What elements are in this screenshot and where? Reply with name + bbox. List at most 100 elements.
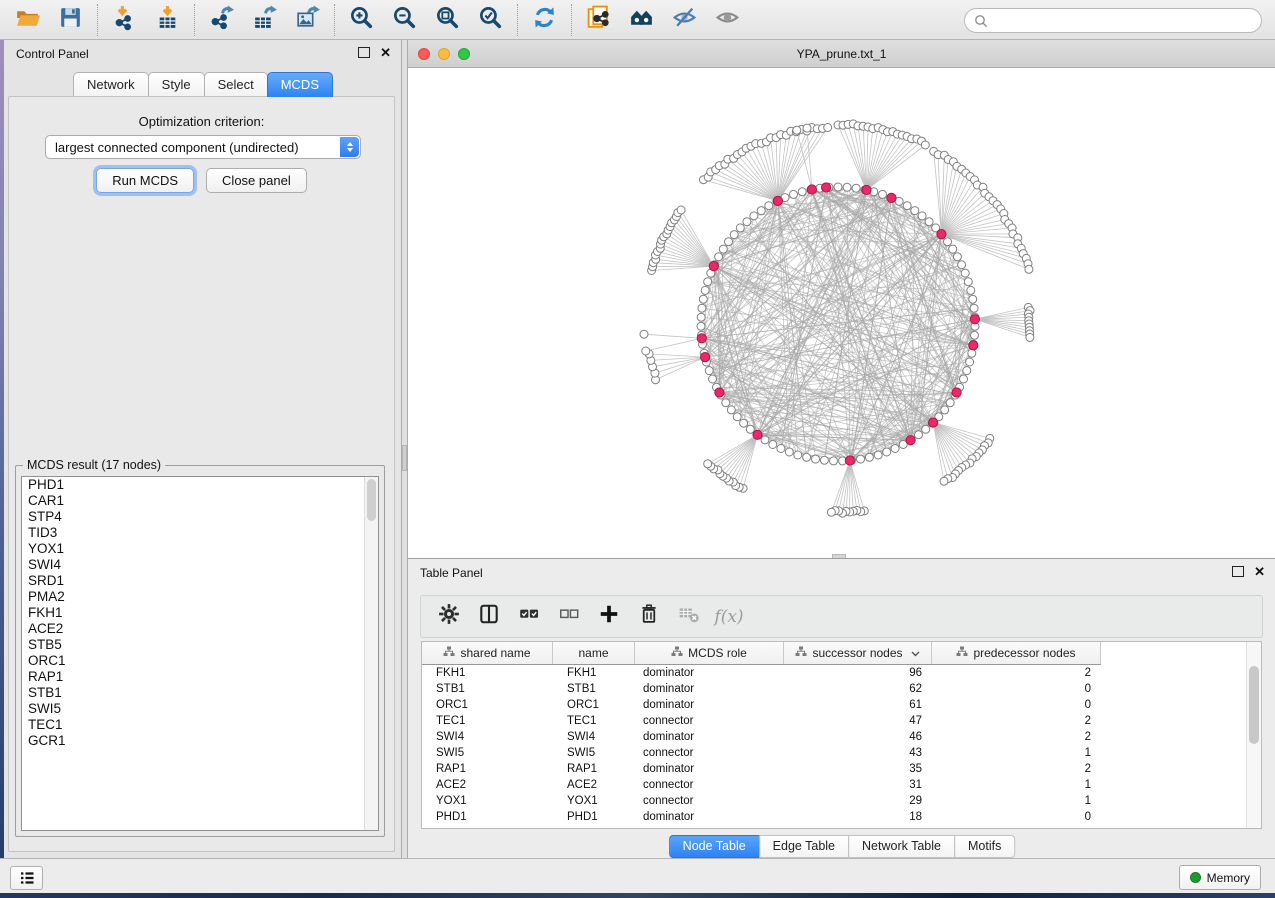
table-row[interactable]: ORC1ORC1dominator610 <box>422 697 1247 713</box>
column-header-name[interactable]: name <box>553 642 635 664</box>
network-file-button[interactable] <box>577 2 620 38</box>
add-column-button[interactable] <box>591 600 627 634</box>
table-row[interactable]: PHD1PHD1dominator180 <box>422 809 1247 825</box>
eye-slash-button[interactable] <box>663 2 706 38</box>
column-header-successor-nodes[interactable]: successor nodes <box>784 642 932 664</box>
mcds-result-item[interactable]: RAP1 <box>22 669 378 685</box>
mcds-result-item[interactable]: ORC1 <box>22 653 378 669</box>
zoom-out-button[interactable] <box>383 2 426 38</box>
mcds-result-item[interactable]: STP4 <box>22 509 378 525</box>
float-panel-icon[interactable] <box>358 47 370 58</box>
export-table-button[interactable] <box>243 2 286 38</box>
tab-node-table[interactable]: Node Table <box>669 835 760 858</box>
column-header-MCDS-role[interactable]: MCDS role <box>635 642 784 664</box>
cell-successor-nodes: 46 <box>784 731 932 743</box>
optimization-criterion-select[interactable]: largest connected component (undirected) <box>45 135 361 159</box>
mcds-result-item[interactable]: SWI5 <box>22 701 378 717</box>
control-panel-titlebar: Control Panel ✕ <box>4 40 401 68</box>
zoom-in-button[interactable] <box>340 2 383 38</box>
select-all-button[interactable] <box>511 600 547 634</box>
open-session-button[interactable] <box>6 2 49 38</box>
function-builder-button: f(x) <box>711 600 747 634</box>
close-panel-button[interactable]: Close panel <box>206 168 307 193</box>
memory-button[interactable]: Memory <box>1179 865 1261 890</box>
column-header-predecessor-nodes[interactable]: predecessor nodes <box>932 642 1101 664</box>
table-row[interactable]: TEC1TEC1connector472 <box>422 713 1247 729</box>
gear-button[interactable] <box>431 600 467 634</box>
run-mcds-button[interactable]: Run MCDS <box>96 168 194 193</box>
table-row[interactable]: FKH1FKH1dominator962 <box>422 665 1247 681</box>
network-titlebar[interactable]: YPA_prune.txt_1 <box>408 40 1275 68</box>
table-row[interactable]: ACE2ACE2connector311 <box>422 777 1247 793</box>
cell-predecessor-nodes: 1 <box>932 779 1101 791</box>
import-table-button[interactable] <box>146 2 189 38</box>
cell-MCDS-role: dominator <box>635 763 784 775</box>
table-row[interactable]: SWI5SWI5connector431 <box>422 745 1247 761</box>
control-panel-title: Control Panel <box>16 47 89 61</box>
binoculars-icon <box>628 4 655 36</box>
close-panel-icon[interactable]: ✕ <box>380 48 391 58</box>
export-network-button[interactable] <box>200 2 243 38</box>
zoom-fit-button[interactable] <box>426 2 469 38</box>
mcds-result-item[interactable]: SWI4 <box>22 557 378 573</box>
cell-MCDS-role: connector <box>635 779 784 791</box>
cell-predecessor-nodes: 1 <box>932 795 1101 807</box>
mcds-result-item[interactable]: FKH1 <box>22 605 378 621</box>
mcds-result-item[interactable]: CAR1 <box>22 493 378 509</box>
cell-successor-nodes: 31 <box>784 779 932 791</box>
mcds-result-item[interactable]: STB1 <box>22 685 378 701</box>
tab-mcds[interactable]: MCDS <box>267 72 333 97</box>
table-row[interactable]: YOX1YOX1connector291 <box>422 793 1247 809</box>
tab-motifs[interactable]: Motifs <box>954 835 1015 858</box>
export-image-button[interactable] <box>286 2 329 38</box>
mcds-result-list[interactable]: PHD1CAR1STP4TID3YOX1SWI4SRD1PMA2FKH1ACE2… <box>21 476 379 831</box>
mcds-result-item[interactable]: TEC1 <box>22 717 378 733</box>
eye-button[interactable] <box>706 2 749 38</box>
mcds-result-item[interactable]: PHD1 <box>22 477 378 493</box>
mcds-result-item[interactable]: PMA2 <box>22 589 378 605</box>
table-row[interactable]: SWI4SWI4dominator462 <box>422 729 1247 745</box>
table-scrollbar[interactable] <box>1246 642 1261 828</box>
mcds-result-item[interactable]: GCR1 <box>22 733 378 749</box>
refresh-button[interactable] <box>523 2 566 38</box>
splitter-grip[interactable] <box>402 445 407 471</box>
cell-MCDS-role: dominator <box>635 667 784 679</box>
toolbar-separator <box>334 4 335 36</box>
import-network-button[interactable] <box>103 2 146 38</box>
mcds-result-item[interactable]: STB5 <box>22 637 378 653</box>
float-table-panel-icon[interactable] <box>1232 566 1244 577</box>
mcds-result-item[interactable]: ACE2 <box>22 621 378 637</box>
column-view-button[interactable] <box>471 600 507 634</box>
search-input[interactable] <box>988 13 1252 29</box>
table-row[interactable]: RAP1RAP1dominator352 <box>422 761 1247 777</box>
cell-name: ACE2 <box>553 779 635 791</box>
column-header-shared-name[interactable]: shared name <box>422 642 553 664</box>
close-table-panel-icon[interactable]: ✕ <box>1254 567 1265 577</box>
save-session-button[interactable] <box>49 2 92 38</box>
save-session-icon <box>57 4 84 36</box>
search-box[interactable] <box>964 8 1262 33</box>
mcds-result-item[interactable]: SRD1 <box>22 573 378 589</box>
tab-network-table[interactable]: Network Table <box>848 835 955 858</box>
table-row[interactable]: STB1STB1dominator620 <box>422 681 1247 697</box>
mcds-list-scrollbar[interactable] <box>364 477 378 830</box>
tab-network[interactable]: Network <box>73 72 149 97</box>
cell-shared-name: PHD1 <box>422 811 553 823</box>
network-canvas[interactable] <box>408 68 1275 558</box>
delete-column-button[interactable] <box>631 600 667 634</box>
table-scrollbar-thumb[interactable] <box>1249 666 1259 744</box>
cell-successor-nodes: 96 <box>784 667 932 679</box>
tab-select[interactable]: Select <box>204 72 268 97</box>
main-toolbar <box>0 0 1275 40</box>
tab-edge-table[interactable]: Edge Table <box>759 835 849 858</box>
zoom-selected-button[interactable] <box>469 2 512 38</box>
tab-style[interactable]: Style <box>148 72 205 97</box>
cell-successor-nodes: 61 <box>784 699 932 711</box>
mcds-result-item[interactable]: YOX1 <box>22 541 378 557</box>
binoculars-button[interactable] <box>620 2 663 38</box>
task-history-button[interactable] <box>10 866 43 890</box>
mcds-result-item[interactable]: TID3 <box>22 525 378 541</box>
vertical-splitter[interactable] <box>401 40 408 858</box>
mcds-panel: Optimization criterion: largest connecte… <box>8 96 395 852</box>
deselect-all-button[interactable] <box>551 600 587 634</box>
